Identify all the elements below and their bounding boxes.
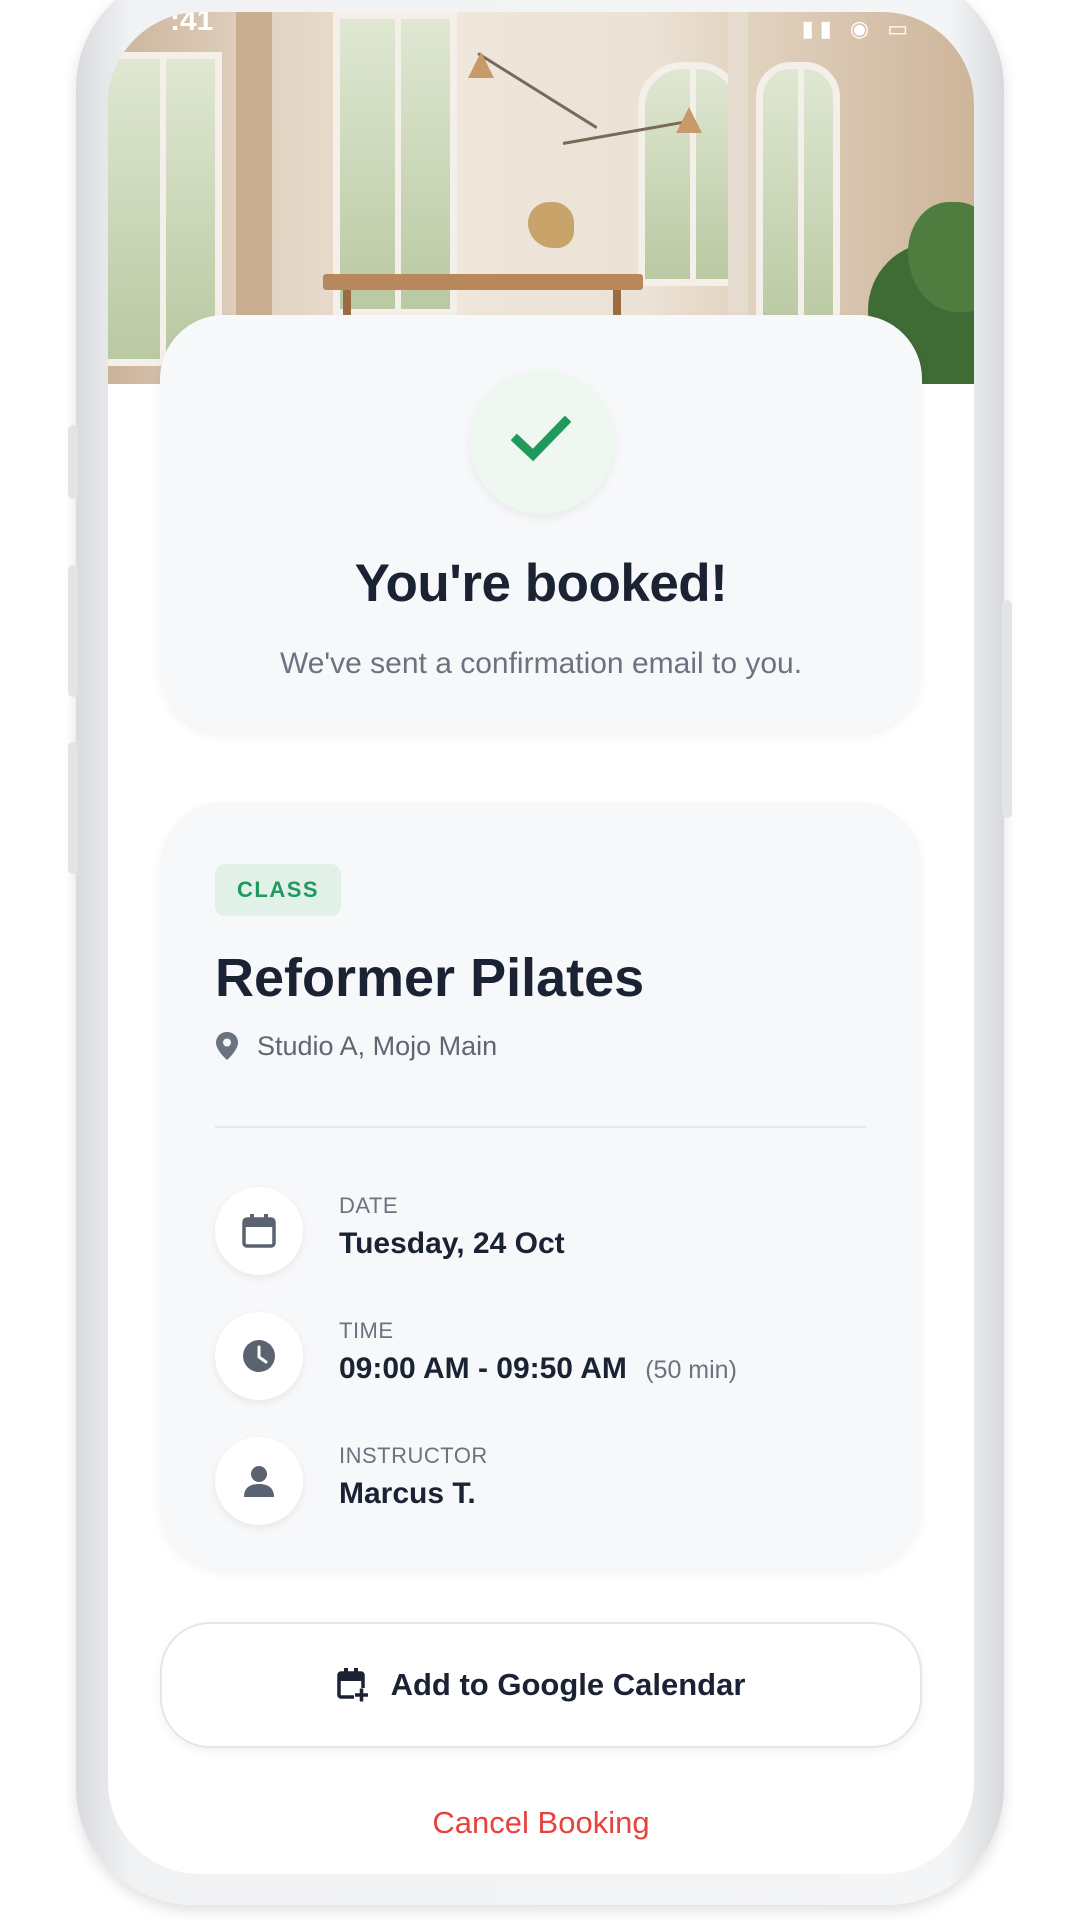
calendar-icon [242,1214,276,1248]
status-bar-time: :41 [170,12,214,37]
person-icon [244,1466,274,1497]
booking-details-card: CLASS Reformer Pilates Studio A, Mojo Ma… [160,802,922,1569]
success-card: You're booked! We've sent a confirmation… [160,315,922,733]
cancel-booking-link[interactable]: Cancel Booking [108,1805,974,1841]
date-label: DATE [339,1193,399,1218]
date-icon-badge [215,1187,303,1275]
clock-icon [243,1340,275,1372]
class-location: Studio A, Mojo Main [215,1026,497,1066]
location-pin-icon [216,1032,238,1060]
add-to-calendar-label: Add to Google Calendar [390,1667,746,1702]
success-check-badge [470,370,614,514]
phone-side-button [68,425,78,499]
app-screen: :41 ▮▮ ◉ ▭ You're booked! We've sent a c… [108,12,974,1874]
confirmation-title: You're booked! [354,554,728,613]
add-to-google-calendar-button[interactable]: Add to Google Calendar [160,1622,922,1748]
time-value-line: 09:00 AM - 09:50 AM (50 min) [339,1352,737,1386]
duration-text: (50 min) [645,1356,737,1384]
time-value: 09:00 AM - 09:50 AM [339,1352,627,1385]
confirmation-message: We've sent a confirmation email to you. [279,647,803,680]
instructor-label: INSTRUCTOR [339,1443,488,1468]
phone-side-button [68,742,78,874]
phone-side-button [68,565,78,697]
class-name: Reformer Pilates [215,948,645,1008]
time-label: TIME [339,1318,394,1343]
location-text: Studio A, Mojo Main [257,1030,498,1061]
date-value: Tuesday, 24 Oct [339,1227,565,1260]
time-row: TIME 09:00 AM - 09:50 AM (50 min) [215,1312,866,1402]
instructor-value: Marcus T. [339,1477,476,1510]
date-row: DATE Tuesday, 24 Oct [215,1187,866,1277]
checkmark-icon [511,415,571,462]
instructor-row: INSTRUCTOR Marcus T. [215,1437,866,1527]
phone-side-button [1002,600,1012,818]
status-bar-icons: ▮▮ ◉ ▭ [801,16,914,41]
instructor-icon-badge [215,1437,303,1525]
divider [215,1126,866,1128]
calendar-add-icon [336,1668,369,1702]
time-icon-badge [215,1312,303,1400]
class-type-badge: CLASS [215,864,342,916]
